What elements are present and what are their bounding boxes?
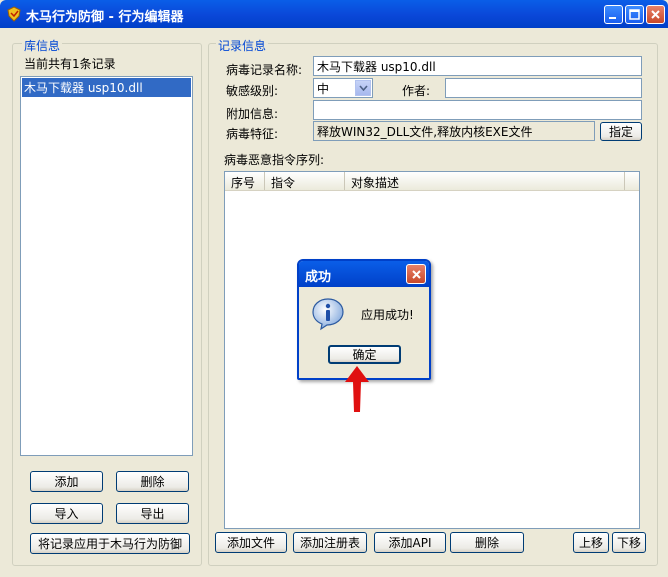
extra-info-label: 附加信息: xyxy=(226,107,279,121)
move-up-button[interactable]: 上移 xyxy=(573,532,609,553)
move-down-button[interactable]: 下移 xyxy=(612,532,646,553)
author-label: 作者: xyxy=(402,84,431,98)
level-select[interactable]: 中 xyxy=(313,78,373,98)
dropdown-button[interactable] xyxy=(355,80,371,96)
column-header-command[interactable]: 指令 xyxy=(265,172,345,190)
ok-button[interactable]: 确定 xyxy=(328,345,401,364)
chevron-down-icon xyxy=(358,85,368,91)
list-item[interactable]: 木马下载器 usp10.dll xyxy=(22,78,191,97)
level-label: 敏感级别: xyxy=(226,84,279,98)
close-button[interactable] xyxy=(646,5,665,24)
delete-instruction-button[interactable]: 删除 xyxy=(450,532,524,553)
maximize-icon xyxy=(629,9,640,20)
shield-icon xyxy=(7,6,21,22)
name-label: 病毒记录名称: xyxy=(226,63,303,77)
window-title: 木马行为防御 - 行为编辑器 xyxy=(26,10,184,25)
export-button[interactable]: 导出 xyxy=(116,503,189,524)
minimize-icon xyxy=(609,17,616,19)
dialog-message: 应用成功! xyxy=(361,308,414,322)
column-header-description[interactable]: 对象描述 xyxy=(345,172,625,190)
dialog-title: 成功 xyxy=(305,270,332,285)
record-group-title: 记录信息 xyxy=(216,37,269,54)
author-input[interactable] xyxy=(445,78,642,98)
column-header-index[interactable]: 序号 xyxy=(225,172,265,190)
instruction-list[interactable]: 序号 指令 对象描述 xyxy=(224,171,640,529)
level-value: 中 xyxy=(317,81,330,96)
extra-info-input[interactable] xyxy=(313,100,642,120)
feature-label: 病毒特征: xyxy=(226,127,279,141)
dialog-title-bar: 成功 xyxy=(299,261,429,287)
add-file-button[interactable]: 添加文件 xyxy=(215,532,287,553)
dialog-close-button[interactable] xyxy=(406,264,426,284)
library-group-title: 库信息 xyxy=(22,37,63,54)
record-count-label: 当前共有1条记录 xyxy=(24,57,116,71)
import-button[interactable]: 导入 xyxy=(30,503,103,524)
info-icon xyxy=(312,298,344,331)
minimize-button[interactable] xyxy=(604,5,623,24)
apply-to-defense-button[interactable]: 将记录应用于木马行为防御 xyxy=(30,533,190,554)
close-icon xyxy=(411,269,421,279)
list-header: 序号 指令 对象描述 xyxy=(225,172,639,191)
title-bar: 木马行为防御 - 行为编辑器 xyxy=(0,0,668,28)
record-list[interactable]: 木马下载器 usp10.dll xyxy=(20,76,193,456)
close-icon xyxy=(651,10,660,19)
maximize-button[interactable] xyxy=(625,5,644,24)
feature-input xyxy=(313,121,595,141)
delete-record-button[interactable]: 删除 xyxy=(116,471,189,492)
red-arrow-icon xyxy=(345,366,369,412)
add-registry-button[interactable]: 添加注册表 xyxy=(293,532,367,553)
record-name-input[interactable] xyxy=(313,56,642,76)
specify-button[interactable]: 指定 xyxy=(600,122,642,141)
success-dialog: 成功 应用成功! 确定 xyxy=(297,259,431,380)
add-button[interactable]: 添加 xyxy=(30,471,103,492)
add-api-button[interactable]: 添加API xyxy=(374,532,446,553)
sequence-label: 病毒恶意指令序列: xyxy=(224,153,325,167)
